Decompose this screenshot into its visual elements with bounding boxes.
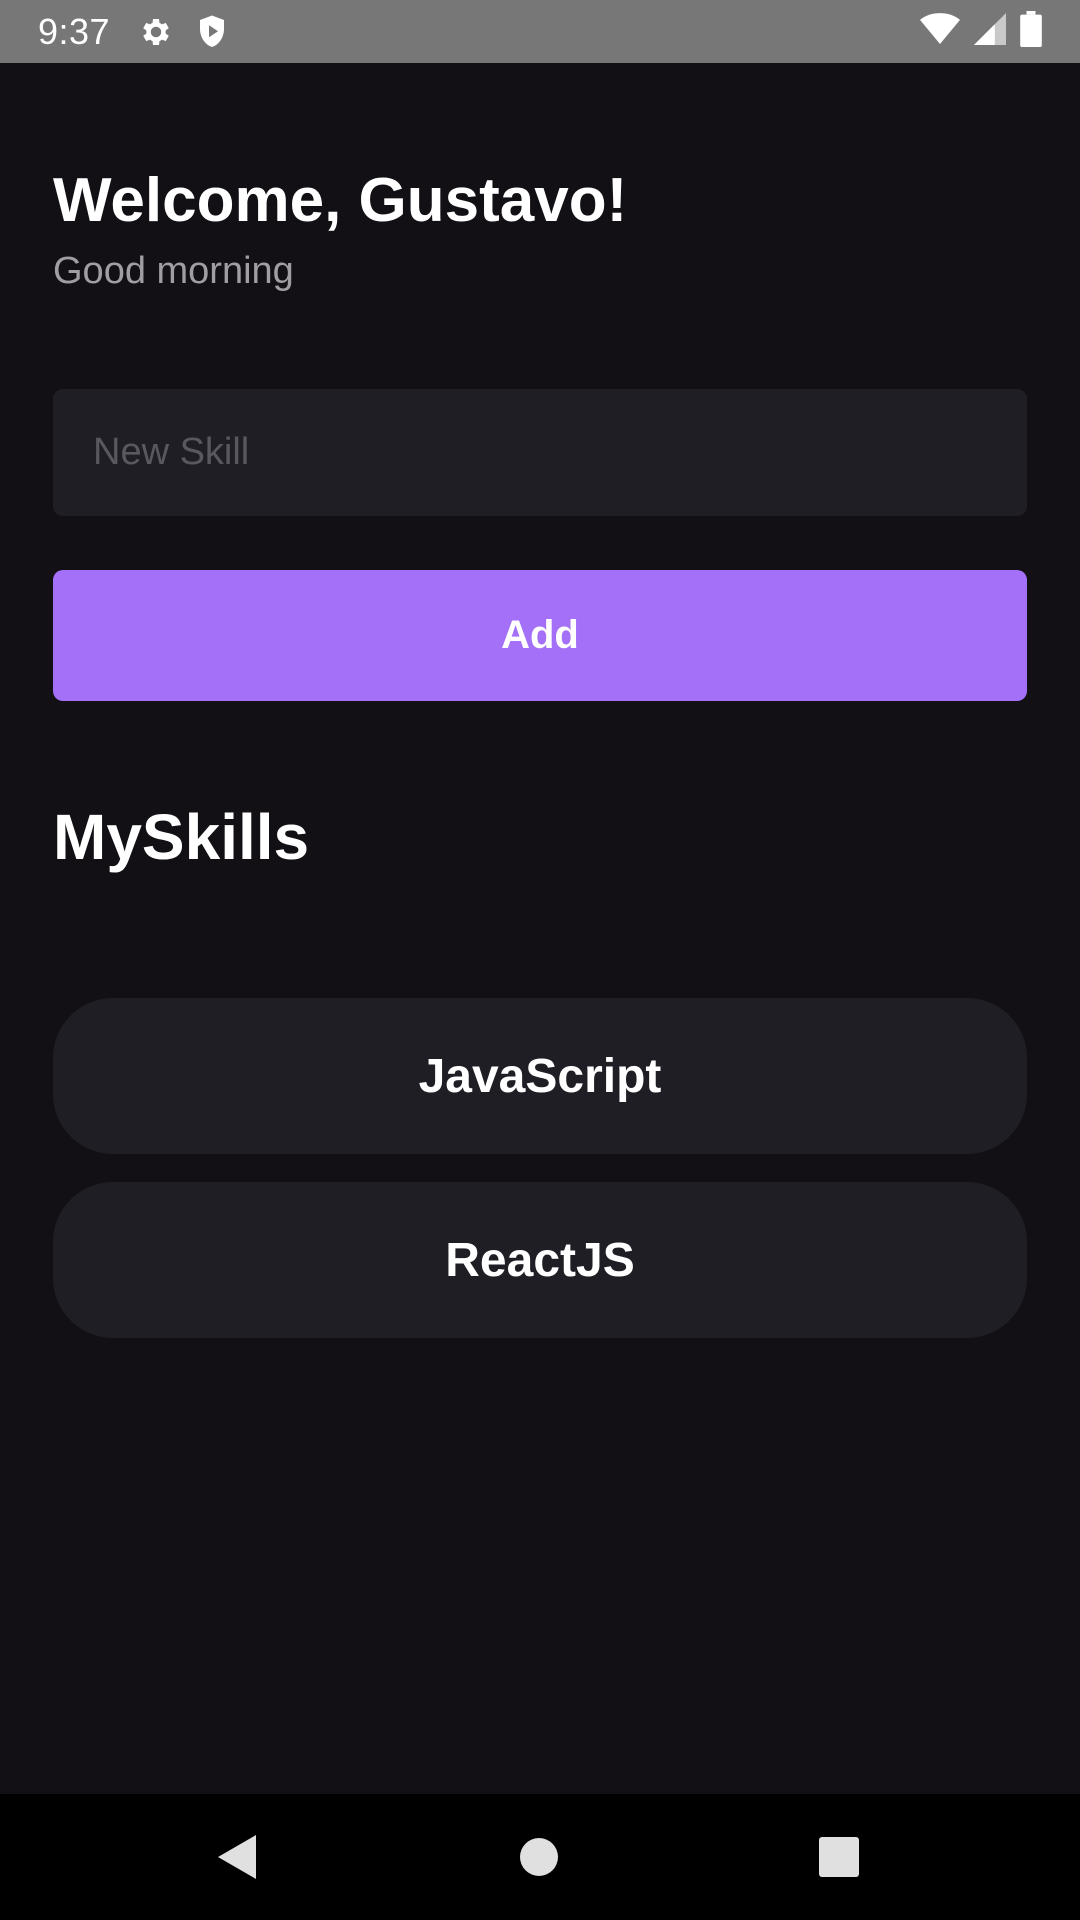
skill-card[interactable]: ReactJS	[53, 1182, 1027, 1338]
cellular-signal-icon	[974, 12, 1006, 51]
welcome-title: Welcome, Gustavo!	[53, 166, 628, 235]
recents-icon[interactable]	[816, 1832, 862, 1882]
add-button[interactable]: Add	[53, 570, 1027, 701]
app-screen: 9:37 Welcome, Gustavo! Good morning Add …	[0, 0, 1080, 1920]
skill-card[interactable]: JavaScript	[53, 998, 1027, 1154]
back-icon[interactable]	[212, 1832, 262, 1882]
new-skill-input[interactable]	[53, 389, 1027, 516]
navigation-bar	[0, 1794, 1080, 1920]
greeting-text: Good morning	[53, 250, 294, 292]
wifi-icon	[920, 12, 960, 51]
skill-card-label: JavaScript	[418, 1049, 662, 1103]
battery-icon	[1020, 11, 1042, 52]
status-time: 9:37	[38, 10, 111, 52]
status-right-group	[920, 11, 1042, 52]
skills-section-title: MySkills	[53, 801, 310, 873]
status-bar: 9:37	[0, 0, 1080, 63]
gear-icon	[138, 14, 174, 50]
home-icon[interactable]	[519, 1832, 559, 1882]
skill-card-label: ReactJS	[445, 1233, 635, 1287]
shield-play-icon	[196, 14, 228, 50]
